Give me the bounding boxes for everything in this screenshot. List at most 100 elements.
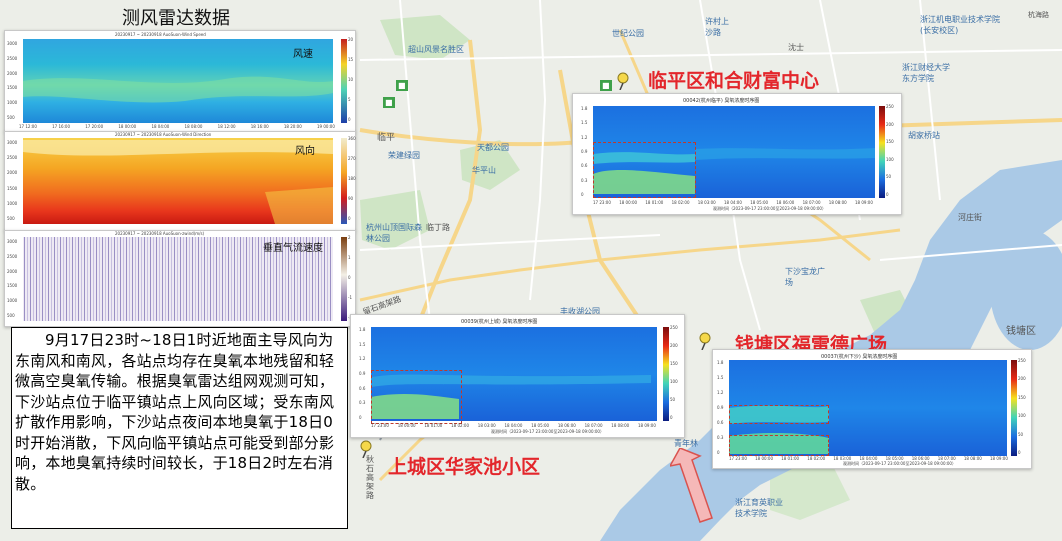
y-tick-label: 1.2 bbox=[581, 134, 588, 140]
x-tick-label: 18 02:00 bbox=[451, 423, 469, 428]
map-label-road: 临丁路 bbox=[426, 223, 450, 232]
lidar-wind-speed-plot: 20230917 ~ 20230918 AuoSuon-Wind Speed 风… bbox=[4, 30, 356, 132]
plot-label: 风向 bbox=[295, 146, 315, 157]
plot-xlabel: 观测时间（2023-09-17 23:00:00至2023-09-18 09:0… bbox=[843, 461, 956, 466]
x-tick-label: 18 20:00 bbox=[283, 124, 302, 129]
x-tick-label: 18 07:00 bbox=[937, 456, 956, 461]
map-label-poi: 下沙宝龙广场 bbox=[785, 267, 825, 287]
y-tick-label: 1000 bbox=[7, 100, 18, 106]
x-tick-label: 17 12:00 bbox=[19, 124, 37, 129]
pushpin-icon[interactable] bbox=[359, 440, 373, 458]
y-tick-label: 1.8 bbox=[717, 360, 724, 365]
y-tick-label: 1.8 bbox=[359, 327, 366, 332]
map-label-poi: 浙江机电职业技术学院(长安校区) bbox=[920, 15, 1000, 35]
y-tick-label: 2000 bbox=[7, 70, 18, 76]
x-tick-label: 18 08:00 bbox=[184, 124, 203, 129]
map-label-road: 秋石高架路 bbox=[366, 455, 374, 500]
map-badge: ■ bbox=[383, 97, 395, 108]
colorbar-tick-label: 15 bbox=[348, 57, 354, 62]
highlight-box bbox=[593, 142, 696, 198]
y-tick-label: 1500 bbox=[7, 283, 18, 289]
colorbar-tick-label: 250 bbox=[670, 325, 678, 330]
colorbar-tick-label: 360 bbox=[348, 136, 356, 141]
y-tick-label: 1.2 bbox=[717, 390, 724, 395]
y-tick-label: 1.8 bbox=[581, 106, 588, 111]
y-tick-label: 3000 bbox=[7, 41, 18, 46]
map-label-poi: 杭州山顶国际森林公园 bbox=[366, 223, 422, 243]
y-tick-label: 3000 bbox=[7, 140, 18, 145]
colorbar-tick-label: 100 bbox=[886, 156, 894, 162]
colorbar-tick-label: 200 bbox=[670, 343, 678, 348]
colorbar-tick-label: 0 bbox=[348, 216, 351, 221]
plot-xlabel: 观测时间（2023-09-17 23:00:00至2023-09-18 09:0… bbox=[713, 206, 826, 211]
map-label-poi: 浙江财经大学东方学院 bbox=[902, 63, 950, 83]
x-tick-label: 18 06:00 bbox=[911, 456, 930, 461]
y-tick-label: 0.3 bbox=[717, 435, 724, 440]
map-label-district: 钱塘区 bbox=[1006, 326, 1036, 337]
x-tick-label: 18 08:00 bbox=[828, 200, 847, 205]
colorbar-tick-label: 50 bbox=[886, 174, 892, 180]
colorbar-tick-label: 50 bbox=[1018, 431, 1024, 437]
x-tick-label: 18 00:00 bbox=[118, 124, 137, 129]
map-label-poi: 华平山 bbox=[472, 166, 496, 175]
y-tick-label: 0.9 bbox=[717, 405, 724, 410]
map-label-poi: 天都公园 bbox=[477, 143, 509, 152]
ozone-plot-shangcheng: 00039(杭州上城) 臭氧浓度时序图 观测时间（2023-09-17 23:0… bbox=[350, 314, 685, 438]
map-badge: ■ bbox=[600, 80, 612, 91]
map-label-poi: 浙江育英职业技术学院 bbox=[735, 498, 783, 518]
y-tick-label: 0.6 bbox=[359, 385, 366, 391]
x-tick-label: 18 04:00 bbox=[859, 456, 878, 461]
colorbar-tick-label: 150 bbox=[670, 361, 678, 366]
x-tick-label: 18 08:00 bbox=[963, 456, 982, 461]
y-tick-label: 0.6 bbox=[581, 163, 588, 169]
pushpin-icon[interactable] bbox=[616, 72, 630, 90]
colorbar-tick-label: 200 bbox=[886, 121, 894, 127]
colorbar-tick-label: 200 bbox=[1018, 376, 1026, 382]
x-tick-label: 17 23:00 bbox=[729, 456, 747, 461]
x-tick-label: 18 01:00 bbox=[424, 423, 443, 428]
y-tick-label: 0 bbox=[359, 415, 362, 420]
x-tick-label: 18 03:00 bbox=[697, 200, 716, 205]
x-tick-label: 17 20:00 bbox=[85, 124, 104, 129]
y-tick-label: 1.5 bbox=[717, 375, 724, 380]
colorbar-tick-label: 1 bbox=[348, 255, 351, 260]
x-tick-label: 18 05:00 bbox=[885, 456, 904, 461]
x-tick-label: 18 09:00 bbox=[638, 423, 656, 428]
colorbar-tick-label: 150 bbox=[1018, 394, 1026, 400]
x-tick-label: 18 00:00 bbox=[397, 423, 416, 428]
pushpin-icon[interactable] bbox=[698, 332, 712, 350]
y-tick-label: 1.5 bbox=[359, 341, 366, 347]
x-tick-label: 18 03:00 bbox=[833, 456, 852, 461]
y-tick-label: 500 bbox=[7, 313, 15, 318]
y-tick-label: 1.2 bbox=[359, 356, 366, 362]
map-label-poi: 荣建绿园 bbox=[388, 151, 420, 160]
colorbar-tick-label: 100 bbox=[670, 379, 678, 384]
colorbar-tick-label: 90 bbox=[348, 196, 354, 201]
x-tick-label: 18 04:00 bbox=[504, 423, 523, 428]
plot-label: 风速 bbox=[293, 49, 313, 60]
colorbar-tick-label: 0 bbox=[670, 415, 673, 420]
y-tick-label: 1500 bbox=[7, 85, 18, 91]
x-tick-label: 17 16:00 bbox=[52, 124, 70, 129]
y-tick-label: 0.9 bbox=[359, 371, 366, 376]
x-tick-label: 18 03:00 bbox=[477, 423, 496, 428]
x-tick-label: 18 08:00 bbox=[611, 423, 630, 428]
colorbar-tick-label: 0 bbox=[886, 192, 889, 197]
x-tick-label: 18 04:00 bbox=[151, 124, 170, 129]
colorbar-tick-label: 50 bbox=[670, 397, 676, 402]
x-tick-label: 18 02:00 bbox=[807, 456, 826, 461]
x-tick-label: 18 07:00 bbox=[584, 423, 603, 428]
y-tick-label: 0 bbox=[581, 192, 584, 197]
y-tick-label: 3000 bbox=[7, 239, 18, 244]
y-tick-label: 0.9 bbox=[581, 149, 588, 154]
y-tick-label: 500 bbox=[7, 115, 15, 120]
colorbar-tick-label: 5 bbox=[348, 97, 351, 102]
x-tick-label: 18 06:00 bbox=[776, 200, 795, 205]
map-label-poi: 胡家桥站 bbox=[908, 131, 940, 140]
map-label-road: 河庄街 bbox=[958, 213, 982, 222]
y-tick-label: 0.3 bbox=[359, 400, 366, 406]
map-label-poi: 世纪公园 bbox=[612, 29, 644, 38]
analysis-description: 9月17日23时~18日1时近地面主导风向为东南风和南风，各站点均存在臭氧本地残… bbox=[11, 327, 348, 529]
x-tick-label: 18 02:00 bbox=[671, 200, 690, 205]
colorbar-tick-label: 100 bbox=[1018, 413, 1026, 419]
